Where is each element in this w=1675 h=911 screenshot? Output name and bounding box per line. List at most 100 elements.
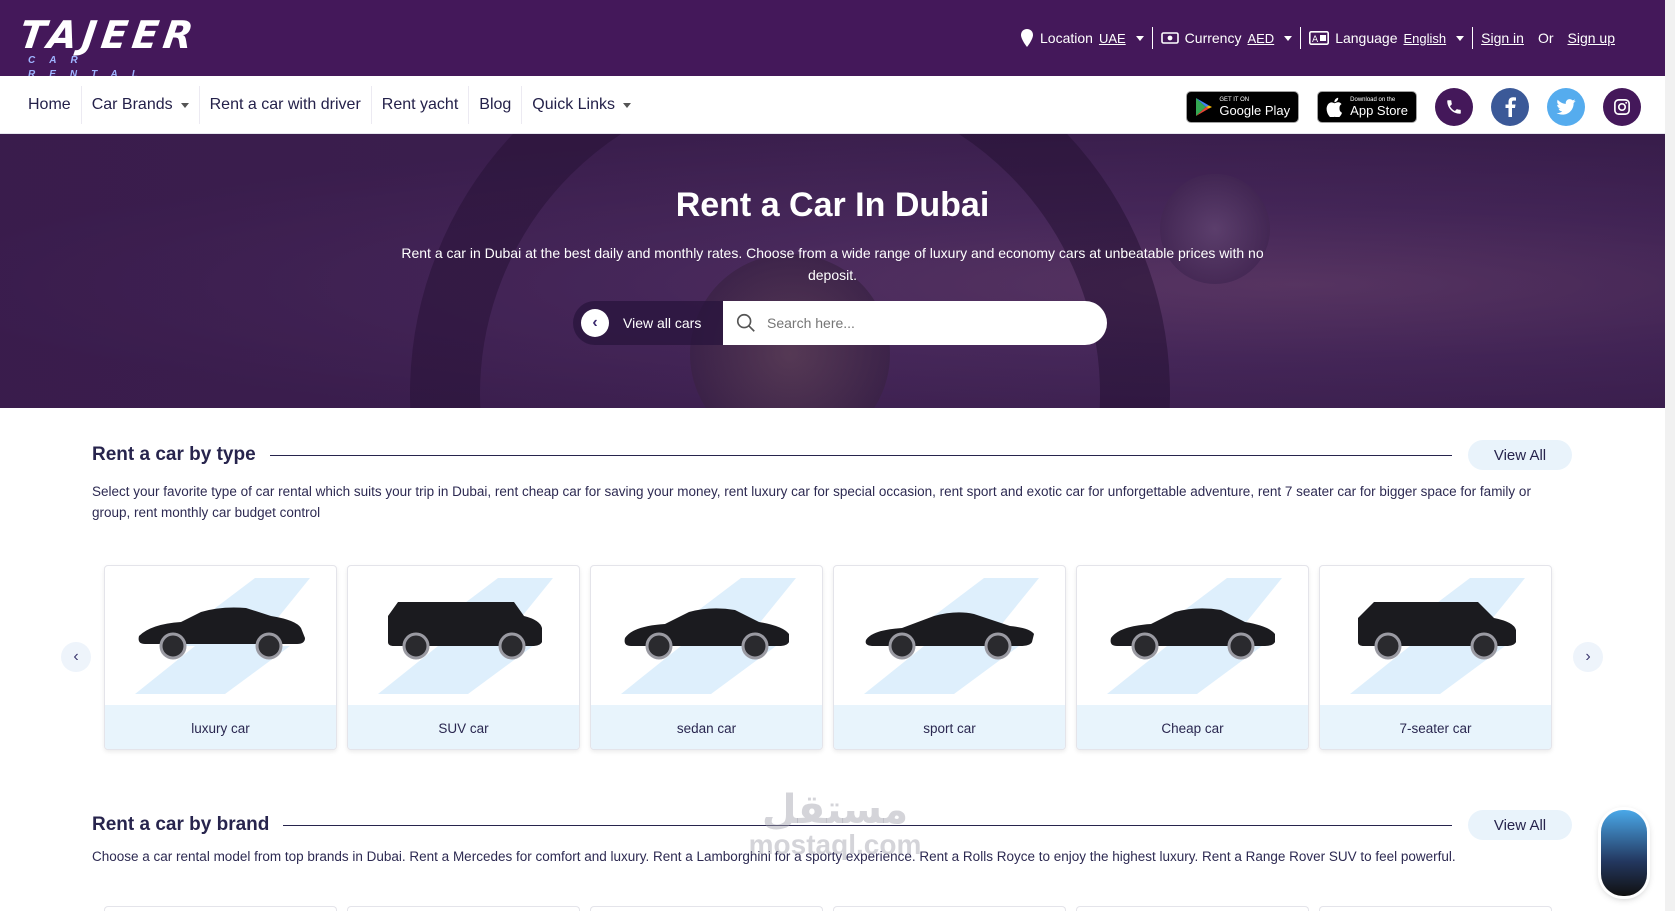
- search-input[interactable]: [767, 315, 1067, 331]
- google-play-big: Google Play: [1219, 102, 1291, 118]
- brand-card[interactable]: [590, 906, 823, 911]
- app-store-big: App Store: [1350, 102, 1408, 118]
- phone-button[interactable]: [1435, 88, 1473, 126]
- nav-item-rent-with-driver[interactable]: Rent a car with driver: [200, 86, 372, 124]
- nav-item-home[interactable]: Home: [18, 86, 82, 124]
- nav-item-label: Rent a car with driver: [209, 96, 361, 113]
- watermark: مستقل mostaql.com: [735, 790, 935, 860]
- nav-links: Home Car Brands Rent a car with driver R…: [18, 86, 641, 124]
- by-brand-view-all-button[interactable]: View All: [1468, 810, 1572, 840]
- car-type-card[interactable]: luxury car: [104, 565, 337, 750]
- car-wheel: [984, 632, 1012, 660]
- logo-main-text: TAJEER: [16, 13, 201, 57]
- car-type-image: [105, 566, 336, 705]
- by-type-title: Rent a car by type: [92, 444, 256, 465]
- car-wheel: [1470, 632, 1498, 660]
- car-wheel: [1131, 632, 1159, 660]
- chevron-down-icon: [1456, 35, 1465, 41]
- car-silhouette-icon: [135, 578, 310, 694]
- currency-icon: [1160, 32, 1179, 44]
- nav-item-label: Home: [28, 96, 71, 113]
- nav-item-quick-links[interactable]: Quick Links: [522, 86, 641, 124]
- car-type-image: [834, 566, 1065, 705]
- twitter-icon: [1556, 99, 1576, 115]
- car-type-card[interactable]: sport car: [833, 565, 1066, 750]
- app-store-badge[interactable]: Download on the App Store: [1317, 91, 1417, 123]
- car-type-card[interactable]: 7-seater car: [1319, 565, 1552, 750]
- search-icon: [736, 313, 755, 332]
- section-divider: [269, 454, 1452, 456]
- nav-item-rent-yacht[interactable]: Rent yacht: [372, 86, 470, 124]
- car-wheel: [1374, 632, 1402, 660]
- google-play-icon: [1196, 98, 1213, 116]
- car-type-card[interactable]: SUV car: [347, 565, 580, 750]
- twitter-button[interactable]: [1547, 88, 1585, 126]
- car-type-card[interactable]: Cheap car: [1076, 565, 1309, 750]
- brand-card[interactable]: [104, 906, 337, 911]
- svg-text:A: A: [1312, 35, 1319, 45]
- chevron-left-icon: ‹: [73, 648, 79, 665]
- hero-text: Rent a car in Dubai at the best daily an…: [401, 245, 1264, 283]
- view-all-cars-button[interactable]: ‹ View all cars: [573, 301, 723, 345]
- sign-up-link[interactable]: Sign up: [1568, 30, 1615, 46]
- main-nav: Home Car Brands Rent a car with driver R…: [0, 76, 1665, 134]
- brand-card[interactable]: [347, 906, 580, 911]
- location-value[interactable]: UAE: [1099, 31, 1126, 46]
- car-silhouette-icon: [1350, 578, 1525, 694]
- or-text: Or: [1537, 30, 1554, 46]
- nav-right: GET IT ON Google Play Download on the App …: [1186, 88, 1641, 126]
- location-label: Location: [1040, 30, 1093, 46]
- brand-card[interactable]: [1319, 906, 1552, 911]
- car-wheel: [255, 632, 283, 660]
- carousel-next-button[interactable]: ›: [1573, 642, 1603, 672]
- currency-value[interactable]: AED: [1247, 31, 1274, 46]
- instagram-icon: [1614, 99, 1630, 115]
- sign-in-link[interactable]: Sign in: [1481, 30, 1524, 46]
- scrollbar[interactable]: [1665, 0, 1675, 911]
- page: TAJEER CAR RENTAL Location UAE Currency …: [0, 0, 1675, 911]
- facebook-icon: [1505, 97, 1516, 117]
- watermark-latin: mostaql.com: [748, 829, 922, 860]
- car-wheel: [741, 632, 769, 660]
- car-silhouette-icon: [621, 578, 796, 694]
- car-type-card[interactable]: sedan car: [590, 565, 823, 750]
- brand-card[interactable]: [833, 906, 1066, 911]
- by-type-header: Rent a car by type View All: [92, 440, 1572, 470]
- language-value[interactable]: English: [1404, 31, 1447, 46]
- hero-search-bar: ‹ View all cars: [573, 301, 1107, 345]
- by-type-view-all-button[interactable]: View All: [1468, 440, 1572, 470]
- logo[interactable]: TAJEER CAR RENTAL: [16, 13, 230, 80]
- google-play-text: GET IT ON Google Play: [1219, 97, 1290, 118]
- car-wheel: [1227, 632, 1255, 660]
- car-type-image: [1320, 566, 1551, 705]
- car-type-image: [1077, 566, 1308, 705]
- chevron-left-icon: ‹: [581, 309, 609, 337]
- car-type-image: [348, 566, 579, 705]
- by-type-description: Select your favorite type of car rental …: [92, 484, 1531, 520]
- nav-item-label: Car Brands: [91, 96, 173, 113]
- car-wheel: [159, 632, 187, 660]
- instagram-button[interactable]: [1603, 88, 1641, 126]
- google-play-badge[interactable]: GET IT ON Google Play: [1186, 91, 1300, 123]
- top-right-controls: Location UAE Currency AED A Language Eng…: [1012, 27, 1623, 49]
- facebook-button[interactable]: [1491, 88, 1529, 126]
- car-type-label: sport car: [834, 705, 1065, 749]
- brand-card[interactable]: [1076, 906, 1309, 911]
- car-silhouette-icon: [378, 578, 553, 694]
- app-store-text: Download on the App Store: [1350, 97, 1408, 118]
- currency-label: Currency: [1184, 30, 1242, 46]
- car-wheel: [888, 632, 916, 660]
- carousel-prev-button[interactable]: ‹: [61, 642, 91, 672]
- chevron-down-icon: [180, 102, 189, 108]
- search-box: [723, 301, 1107, 345]
- currency-selector[interactable]: Currency AED: [1153, 30, 1301, 46]
- location-selector[interactable]: Location UAE: [1012, 29, 1152, 47]
- nav-item-car-brands[interactable]: Car Brands: [82, 86, 200, 124]
- language-selector[interactable]: A Language English: [1301, 30, 1472, 46]
- car-type-image: [591, 566, 822, 705]
- floating-car-widget[interactable]: [1601, 810, 1647, 896]
- hero-banner: Rent a Car In Dubai Rent a car in Dubai …: [0, 134, 1665, 408]
- language-icon: A: [1309, 31, 1330, 45]
- nav-item-blog[interactable]: Blog: [469, 86, 523, 124]
- car-wheel: [402, 632, 430, 660]
